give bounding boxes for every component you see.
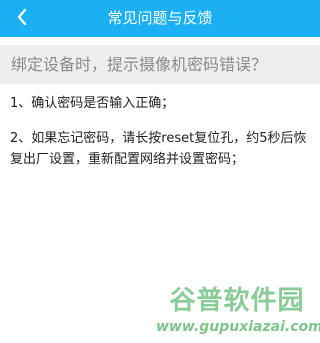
page-title: 常见问题与反馈 — [107, 9, 213, 27]
watermark-url: www.gupuxiazai.com — [156, 319, 320, 335]
watermark: 谷普软件园 www.gupuxiazai.com — [156, 286, 320, 338]
app-header: 常见问题与反馈 — [0, 0, 320, 37]
answer-content: 1、确认密码是否输入正确； 2、如果忘记密码，请长按reset复位孔，约5秒后恢… — [10, 93, 310, 184]
answer-item: 2、如果忘记密码，请长按reset复位孔，约5秒后恢复出厂设置，重新配置网络并设… — [10, 131, 307, 167]
watermark-brand: 谷普软件园 — [169, 286, 305, 316]
question-text: 绑定设备时，提示摄像机密码错误？ — [11, 55, 268, 74]
answer-item: 1、确认密码是否输入正确； — [10, 96, 175, 111]
question-banner: 绑定设备时，提示摄像机密码错误？ — [0, 45, 320, 84]
